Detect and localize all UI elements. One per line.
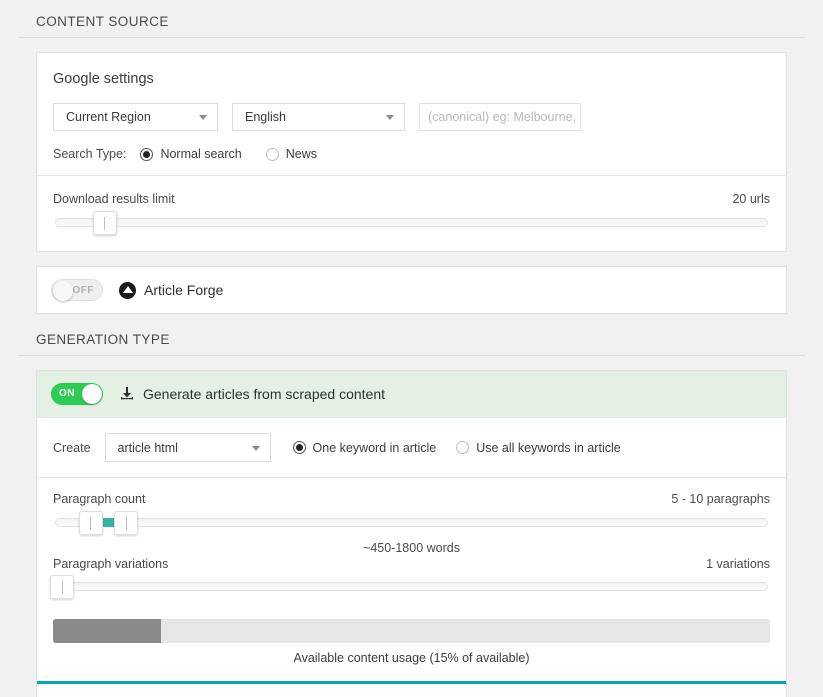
generate-toggle[interactable]: ON <box>51 383 103 405</box>
section-header-content-source: CONTENT SOURCE <box>18 0 805 38</box>
google-settings-controls: Current Region English (canonical) eg: M… <box>53 103 770 131</box>
settings-page: CONTENT SOURCE Google settings Current R… <box>0 0 823 697</box>
download-limit-value: 20 urls <box>732 192 770 206</box>
article-forge-row: OFF Article Forge <box>37 267 786 313</box>
article-forge-panel: OFF Article Forge <box>36 266 787 314</box>
create-label: Create <box>53 440 91 455</box>
paragraph-variations-slider[interactable] <box>50 575 768 599</box>
paragraph-variations-label: Paragraph variations <box>53 557 169 571</box>
create-row-block: Create article html One keyword in artic… <box>37 418 786 477</box>
generate-label: Generate articles from scraped content <box>143 386 386 402</box>
generation-panel: ON Generate articles from scraped conten… <box>36 370 787 697</box>
radio-news[interactable]: News <box>265 147 317 161</box>
slider-track <box>55 218 768 227</box>
usage-caption: Available content usage (15% of availabl… <box>293 651 530 665</box>
region-select[interactable]: Current Region <box>53 103 218 131</box>
language-select[interactable]: English <box>232 103 405 131</box>
slider-handle[interactable] <box>50 575 75 599</box>
search-type-row: Search Type: Normal search News <box>53 147 770 161</box>
radio-all-keywords-label: Use all keywords in article <box>476 440 621 455</box>
paragraph-variations-value: 1 variations <box>706 557 770 571</box>
radio-normal-search-label: Normal search <box>160 147 242 161</box>
chevron-down-icon <box>251 445 260 451</box>
usage-block: Available content usage (15% of availabl… <box>37 607 786 681</box>
radio-all-keywords[interactable]: Use all keywords in article <box>456 441 621 455</box>
radio-dot-icon <box>456 441 470 454</box>
google-settings-title: Google settings <box>53 71 154 87</box>
keyword-radio-group: One keyword in article Use all keywords … <box>292 440 621 455</box>
slider-track <box>55 582 768 591</box>
slider-track <box>55 518 768 527</box>
create-format-value: article html <box>117 440 178 455</box>
canonical-input-placeholder: (canonical) eg: Melbourne, <box>428 110 576 124</box>
section-header-generation-type: GENERATION TYPE <box>18 314 805 356</box>
slider-handle-high[interactable] <box>114 511 139 535</box>
create-row: Create article html One keyword in artic… <box>53 433 770 462</box>
paragraph-count-label: Paragraph count <box>53 492 146 506</box>
radio-one-keyword-label: One keyword in article <box>312 440 437 455</box>
slider-handle[interactable] <box>92 211 117 235</box>
radio-dot-icon <box>292 441 306 454</box>
paragraph-settings-block: Paragraph count 5 - 10 paragraphs ~450-1… <box>37 477 786 607</box>
radio-normal-search[interactable]: Normal search <box>140 147 242 161</box>
article-forge-toggle-label: OFF <box>72 285 94 296</box>
canonical-input[interactable]: (canonical) eg: Melbourne, <box>419 103 581 131</box>
download-limit-head: Download results limit 20 urls <box>53 192 770 206</box>
radio-news-label: News <box>285 147 317 161</box>
words-estimate: ~450-1800 words <box>363 541 460 555</box>
download-limit-label: Download results limit <box>53 192 175 206</box>
article-forge-toggle[interactable]: OFF <box>51 279 103 301</box>
google-settings-block: Google settings Current Region English (… <box>37 53 786 175</box>
article-count-row: Create exactly article count 10 <box>37 684 786 697</box>
slider-handle-low[interactable] <box>78 511 103 535</box>
download-limit-slider[interactable] <box>55 211 768 235</box>
article-forge-icon <box>119 281 136 299</box>
chevron-down-icon <box>199 115 207 120</box>
article-forge-label: Article Forge <box>144 282 224 298</box>
paragraph-count-slider[interactable] <box>55 511 768 535</box>
chevron-down-icon <box>386 115 394 120</box>
toggle-knob <box>53 281 73 301</box>
search-type-label: Search Type: <box>53 147 127 161</box>
download-limit-block: Download results limit 20 urls <box>37 175 786 251</box>
paragraph-count-head: Paragraph count 5 - 10 paragraphs <box>53 492 770 506</box>
radio-dot-icon <box>265 147 279 161</box>
paragraph-count-value: 5 - 10 paragraphs <box>671 492 770 506</box>
paragraph-variations-head: Paragraph variations 1 variations <box>53 557 770 571</box>
radio-dot-icon <box>140 147 154 161</box>
usage-bar <box>53 619 770 643</box>
download-icon <box>119 386 135 402</box>
radio-one-keyword[interactable]: One keyword in article <box>292 440 437 455</box>
toggle-knob <box>82 384 102 404</box>
generate-toggle-row: ON Generate articles from scraped conten… <box>37 371 786 418</box>
google-settings-panel: Google settings Current Region English (… <box>36 52 787 252</box>
generate-toggle-label: ON <box>59 388 75 399</box>
region-select-value: Current Region <box>66 110 151 124</box>
create-format-select[interactable]: article html <box>104 433 271 462</box>
search-type-radio-group: Normal search News <box>140 147 317 161</box>
language-select-value: English <box>245 110 286 124</box>
usage-bar-fill <box>53 619 161 643</box>
